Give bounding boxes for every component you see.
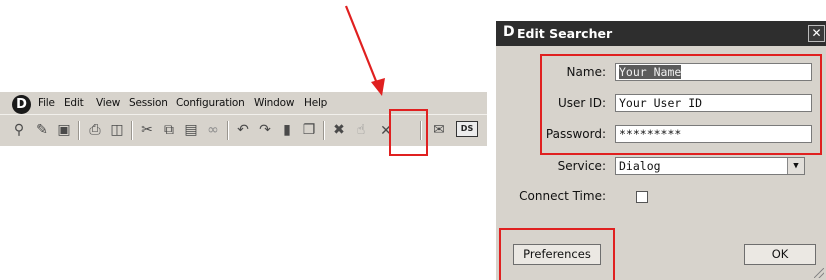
mail-icon[interactable]: ✉ — [430, 121, 448, 139]
annotation-arrow — [344, 5, 385, 96]
dialog-logo: D — [503, 24, 515, 40]
menu-window[interactable]: Window — [254, 97, 294, 109]
copy-icon[interactable]: ⧉ — [160, 121, 178, 139]
highlight-preferences — [499, 228, 615, 280]
preview-icon[interactable]: ◫ — [108, 121, 126, 139]
connect-time-label: Connect Time: — [519, 189, 606, 203]
redo-icon[interactable]: ↷ — [256, 121, 274, 139]
menu-help[interactable]: Help — [304, 97, 327, 109]
dialog-titlebar: D Edit Searcher ✕ — [496, 21, 826, 46]
menu-configuration[interactable]: Configuration — [176, 97, 245, 109]
app-logo: D — [12, 95, 31, 114]
connect-time-checkbox[interactable] — [636, 191, 648, 203]
menu-edit[interactable]: Edit — [64, 97, 84, 109]
edit-icon[interactable]: ✎ — [33, 121, 51, 139]
service-label: Service: — [557, 159, 606, 173]
menu-file[interactable]: File — [38, 97, 55, 109]
print-icon[interactable]: ⎙ — [86, 121, 104, 139]
service-value: Dialog — [619, 159, 661, 173]
resize-grip[interactable] — [814, 268, 824, 278]
link-icon[interactable]: ∞ — [204, 121, 222, 139]
search-icon[interactable]: ⚲ — [10, 121, 28, 139]
cancel-icon[interactable]: ✖ — [330, 121, 348, 139]
paste-icon[interactable]: ▤ — [182, 121, 200, 139]
hand-icon[interactable]: ☝ — [352, 121, 370, 139]
cut-icon[interactable]: ✂ — [138, 121, 156, 139]
ds-icon[interactable]: DS — [456, 121, 478, 137]
chevron-down-icon[interactable]: ▼ — [787, 158, 804, 174]
ok-button[interactable]: OK — [744, 244, 816, 265]
menu-view[interactable]: View — [96, 97, 120, 109]
service-dropdown[interactable]: Dialog ▼ — [615, 157, 805, 175]
highlight-credentials — [540, 54, 822, 155]
save-icon[interactable]: ▣ — [55, 121, 73, 139]
highlight-disconnect — [389, 109, 428, 156]
dialog-title: Edit Searcher — [517, 26, 613, 41]
undo-icon[interactable]: ↶ — [234, 121, 252, 139]
close-button[interactable]: ✕ — [808, 25, 825, 42]
stop-icon[interactable]: ▮ — [278, 121, 296, 139]
menu-session[interactable]: Session — [129, 97, 168, 109]
window-icon[interactable]: ❐ — [300, 121, 318, 139]
